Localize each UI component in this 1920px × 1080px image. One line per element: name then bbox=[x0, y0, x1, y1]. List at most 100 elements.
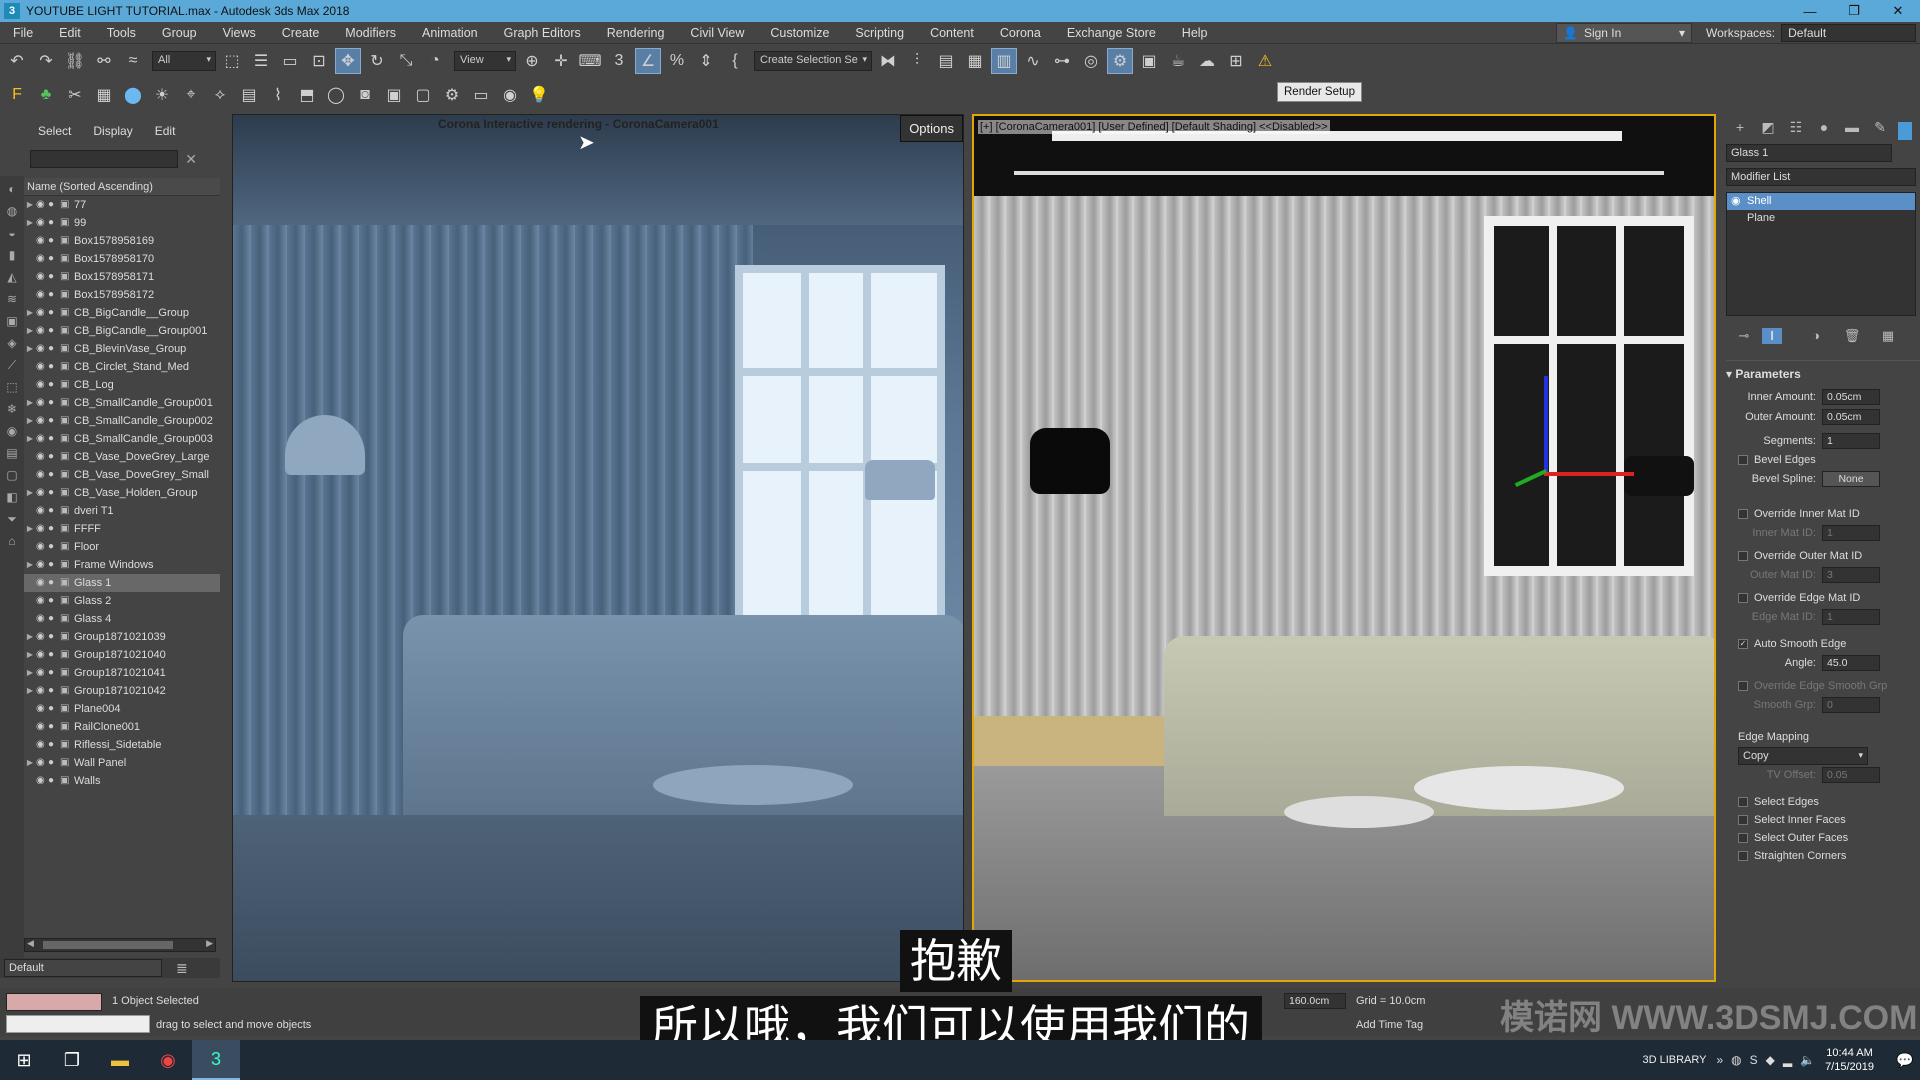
renderable-icon[interactable]: ● bbox=[48, 412, 60, 430]
camera-viewport[interactable]: [+] [CoronaCamera001] [User Defined] [De… bbox=[972, 114, 1716, 982]
scene-list-item[interactable]: ◉ ● ▣ Box1578958172 bbox=[24, 286, 220, 304]
renderable-icon[interactable]: ● bbox=[48, 340, 60, 358]
visibility-eye-icon[interactable]: ◉ bbox=[36, 754, 48, 772]
workspace-dropdown[interactable]: Default bbox=[1781, 23, 1916, 42]
bind-space-warp-icon[interactable]: ≈ bbox=[120, 48, 146, 74]
scene-horizontal-scrollbar[interactable]: ◀ ▶ bbox=[24, 938, 216, 952]
scene-list-item[interactable]: ▶ ◉ ● ▣ FFFF bbox=[24, 520, 220, 538]
renderable-icon[interactable]: ● bbox=[48, 574, 60, 592]
corona-tool-icon[interactable]: ✂ bbox=[62, 82, 88, 108]
visibility-eye-icon[interactable]: ◉ bbox=[36, 412, 48, 430]
make-unique-icon[interactable]: ◑ bbox=[1798, 328, 1834, 344]
scene-list-item[interactable]: ▶ ◉ ● ▣ CB_Vase_Holden_Group bbox=[24, 484, 220, 502]
expand-arrow-icon[interactable]: ▶ bbox=[24, 520, 36, 538]
eye-icon[interactable]: ◉ bbox=[1731, 193, 1747, 210]
undo-icon[interactable]: ↶ bbox=[4, 48, 30, 74]
corona-scatter-icon[interactable]: ♣ bbox=[33, 82, 59, 108]
display-none-icon[interactable]: ◐ bbox=[3, 180, 21, 198]
modify-tab-icon[interactable]: ◩ bbox=[1754, 119, 1782, 136]
select-edges-checkbox[interactable]: Select Edges bbox=[1738, 793, 1920, 811]
renderable-icon[interactable]: ● bbox=[48, 718, 60, 736]
unlink-icon[interactable]: ⚯ bbox=[91, 48, 117, 74]
visibility-eye-icon[interactable]: ◉ bbox=[36, 502, 48, 520]
rect-selection-icon[interactable]: ▭ bbox=[277, 48, 303, 74]
display-geometry-icon[interactable]: ◍ bbox=[3, 202, 21, 220]
z-coordinate-field[interactable]: 160.0cm bbox=[1284, 993, 1346, 1009]
visibility-eye-icon[interactable]: ◉ bbox=[36, 232, 48, 250]
expand-arrow-icon[interactable]: ▶ bbox=[24, 214, 36, 232]
visibility-eye-icon[interactable]: ◉ bbox=[36, 664, 48, 682]
corona-eye-icon[interactable]: ◉ bbox=[497, 82, 523, 108]
renderable-icon[interactable]: ● bbox=[48, 502, 60, 520]
menu-graph-editors[interactable]: Graph Editors bbox=[491, 22, 594, 44]
expand-arrow-icon[interactable]: ▶ bbox=[24, 322, 36, 340]
stack-item-plane[interactable]: Plane bbox=[1727, 210, 1915, 227]
render-grid-icon[interactable]: ⊞ bbox=[1223, 48, 1249, 74]
scene-list-item[interactable]: ▶ ◉ ● ▣ CB_BlevinVase_Group bbox=[24, 340, 220, 358]
show-end-result-icon[interactable]: I bbox=[1762, 328, 1782, 344]
visibility-eye-icon[interactable]: ◉ bbox=[36, 394, 48, 412]
pivot-center-icon[interactable]: ⊕ bbox=[519, 48, 545, 74]
visibility-eye-icon[interactable]: ◉ bbox=[36, 736, 48, 754]
angle-snap-icon[interactable]: ∠ bbox=[635, 48, 661, 74]
outer-mat-input[interactable]: 3 bbox=[1822, 567, 1880, 583]
scene-list-item[interactable]: ▶ ◉ ● ▣ CB_SmallCandle_Group001 bbox=[24, 394, 220, 412]
chrome-icon[interactable]: ◉ bbox=[144, 1040, 192, 1080]
expand-arrow-icon[interactable]: ▶ bbox=[24, 304, 36, 322]
expand-arrow-icon[interactable]: ▶ bbox=[24, 412, 36, 430]
corona-frame-icon[interactable]: ▭ bbox=[468, 82, 494, 108]
viewport-label[interactable]: [+] [CoronaCamera001] [User Defined] [De… bbox=[978, 120, 1330, 134]
renderable-icon[interactable]: ● bbox=[48, 466, 60, 484]
scene-list-item[interactable]: ◉ ● ▣ Glass 2 bbox=[24, 592, 220, 610]
motion-tab-icon[interactable]: ● bbox=[1810, 119, 1838, 135]
skype-icon[interactable]: S bbox=[1750, 1053, 1758, 1067]
selection-set-dropdown[interactable]: Create Selection Se bbox=[754, 51, 872, 71]
visibility-eye-icon[interactable]: ◉ bbox=[36, 592, 48, 610]
menu-exchange-store[interactable]: Exchange Store bbox=[1054, 22, 1169, 44]
scene-list-item[interactable]: ◉ ● ▣ Plane004 bbox=[24, 700, 220, 718]
menu-civil-view[interactable]: Civil View bbox=[677, 22, 757, 44]
lock-icon[interactable]: ⌂ bbox=[3, 532, 21, 550]
visibility-eye-icon[interactable]: ◉ bbox=[36, 538, 48, 556]
corona-ir-icon[interactable]: ▣ bbox=[381, 82, 407, 108]
create-tab-icon[interactable]: + bbox=[1726, 119, 1754, 135]
hierarchy-tab-icon[interactable]: ☷ bbox=[1782, 119, 1810, 136]
layer-dropdown[interactable]: Default bbox=[4, 959, 162, 977]
notification-icon[interactable]: 💬 bbox=[1890, 1052, 1920, 1069]
corona-list-icon[interactable]: ▤ bbox=[236, 82, 262, 108]
expand-arrow-icon[interactable]: ▶ bbox=[24, 682, 36, 700]
angle-input[interactable]: 45.0 bbox=[1822, 655, 1880, 671]
gizmo-z-axis[interactable] bbox=[1544, 376, 1548, 476]
renderable-icon[interactable]: ● bbox=[48, 736, 60, 754]
renderable-icon[interactable]: ● bbox=[48, 772, 60, 790]
configure-sets-icon[interactable]: ▦ bbox=[1870, 328, 1906, 344]
layer-explorer-icon[interactable]: ▤ bbox=[933, 48, 959, 74]
remove-modifier-icon[interactable]: 🗑 bbox=[1834, 328, 1870, 344]
scene-list-item[interactable]: ▶ ◉ ● ▣ 99 bbox=[24, 214, 220, 232]
smooth-grp-input[interactable]: 0 bbox=[1822, 697, 1880, 713]
visibility-eye-icon[interactable]: ◉ bbox=[36, 520, 48, 538]
scroll-left-icon[interactable]: ◀ bbox=[27, 938, 34, 949]
corona-sun-icon[interactable]: ☀ bbox=[149, 82, 175, 108]
menu-file[interactable]: File bbox=[0, 22, 46, 44]
scene-list-item[interactable]: ▶ ◉ ● ▣ CB_BigCandle__Group001 bbox=[24, 322, 220, 340]
tv-offset-input[interactable]: 0.05 bbox=[1822, 767, 1880, 783]
scene-menu-edit[interactable]: Edit bbox=[155, 124, 176, 138]
gizmo-x-axis[interactable] bbox=[1544, 472, 1634, 476]
menu-create[interactable]: Create bbox=[269, 22, 333, 44]
display-none2-icon[interactable]: ▢ bbox=[3, 466, 21, 484]
menu-customize[interactable]: Customize bbox=[757, 22, 842, 44]
place-icon[interactable]: ◔ bbox=[422, 48, 448, 74]
corona-sky-icon[interactable]: ◯ bbox=[323, 82, 349, 108]
scene-list-item[interactable]: ◉ ● ▣ Box1578958171 bbox=[24, 268, 220, 286]
object-name-field[interactable]: Glass 1 bbox=[1726, 144, 1892, 162]
edge-mapping-dropdown[interactable]: Copy bbox=[1738, 747, 1868, 765]
display-containers-icon[interactable]: ⬚ bbox=[3, 378, 21, 396]
renderable-icon[interactable]: ● bbox=[48, 538, 60, 556]
volume-icon[interactable]: 🔈 bbox=[1800, 1053, 1815, 1067]
display-cameras-icon[interactable]: ▮ bbox=[3, 246, 21, 264]
edge-mat-input[interactable]: 1 bbox=[1822, 609, 1880, 625]
clear-filter-icon[interactable]: ✕ bbox=[185, 151, 197, 168]
scene-list-item[interactable]: ◉ ● ▣ CB_Vase_DoveGrey_Large bbox=[24, 448, 220, 466]
keyboard-shortcut-icon[interactable]: ⌨ bbox=[577, 48, 603, 74]
